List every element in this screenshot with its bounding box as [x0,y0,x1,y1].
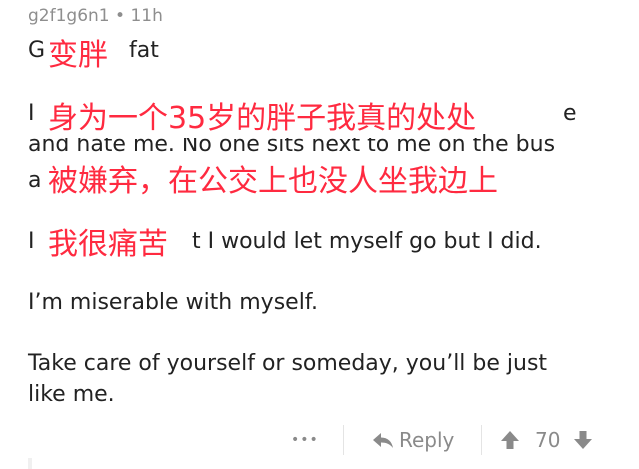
translation-overlay-2: 身为一个35岁的胖子我真的处处 [46,100,479,138]
reply-label: Reply [399,428,455,452]
action-divider-1 [343,425,344,455]
reply-button[interactable]: Reply [371,425,454,455]
line-2-end: e [563,101,577,126]
vote-count: 70 [535,428,561,452]
downvote-icon[interactable] [572,429,594,451]
meta-separator: • [115,6,126,26]
vote-controls: 70 [499,425,594,455]
line-1-end: fat [129,38,159,63]
translation-overlay-1: 变胖 [46,37,110,75]
line-1-start: G [28,38,46,63]
action-divider-2 [481,425,482,455]
reply-arrow-icon [373,433,393,448]
line-5-end: t I would let myself go but I did. [192,229,542,254]
upvote-icon[interactable] [499,429,521,451]
line-5-start: I [28,229,35,254]
thread-line [28,458,32,469]
comment-age: 11h [130,6,163,26]
comment-body-line-3: like me. [28,382,115,407]
line-2-start: I [28,101,35,126]
more-options-button[interactable]: ••• [291,425,319,455]
comment-meta: g2f1g6n1 • 11h [28,6,163,26]
translation-overlay-3: 被嫌弃，在公交上也没人坐我边上 [46,163,500,201]
more-icon: ••• [291,432,319,448]
comment-body-line-2: Take care of yourself or someday, you’ll… [28,351,548,376]
username[interactable]: g2f1g6n1 [28,6,110,26]
translation-overlay-4: 我很痛苦 [48,227,168,262]
comment-body-line-1: I’m miserable with myself. [28,290,318,315]
line-4-start: a [28,168,42,193]
